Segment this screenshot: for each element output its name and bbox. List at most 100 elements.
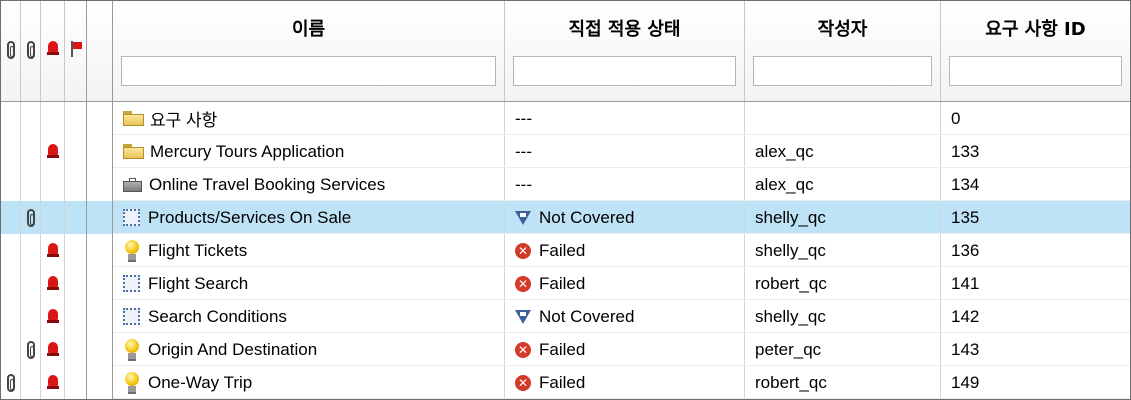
name-cell[interactable]: Online Travel Booking Services xyxy=(113,168,505,201)
attachment-cell[interactable] xyxy=(1,102,21,135)
alert-column-header[interactable] xyxy=(41,1,65,101)
attachment-cell[interactable] xyxy=(1,366,21,399)
table-row[interactable]: Products/Services On Sale Not Covered shel… xyxy=(1,201,1130,234)
author-cell[interactable] xyxy=(745,102,941,135)
alert-icon[interactable] xyxy=(46,309,59,324)
alert-icon[interactable] xyxy=(46,342,59,357)
table-row[interactable]: Search Conditions Not Covered shelly_qc 142 xyxy=(1,300,1130,333)
req-id-cell[interactable]: 136 xyxy=(941,234,1130,267)
status-cell[interactable]: ✕ Failed xyxy=(505,366,745,399)
linked-attachment-cell[interactable] xyxy=(21,201,41,234)
req-id-cell[interactable]: 142 xyxy=(941,300,1130,333)
author-cell[interactable]: robert_qc xyxy=(745,267,941,300)
name-cell[interactable]: Flight Tickets xyxy=(113,234,505,267)
alert-cell[interactable] xyxy=(41,267,65,300)
author-filter-input[interactable] xyxy=(753,56,932,86)
table-row[interactable]: Origin And Destination ✕ Failed peter_qc 143 xyxy=(1,333,1130,366)
status-cell[interactable]: --- xyxy=(505,135,745,168)
attachment-cell[interactable] xyxy=(1,201,21,234)
name-cell[interactable]: Mercury Tours Application xyxy=(113,135,505,168)
name-filter-input[interactable] xyxy=(121,56,496,86)
status-cell[interactable]: Not Covered xyxy=(505,300,745,333)
attachment-cell[interactable] xyxy=(1,300,21,333)
linked-attachment-cell[interactable] xyxy=(21,333,41,366)
req-id-cell[interactable]: 135 xyxy=(941,201,1130,234)
flag-cell[interactable] xyxy=(65,300,87,333)
req-id-filter-input[interactable] xyxy=(949,56,1122,86)
req-id-cell[interactable]: 149 xyxy=(941,366,1130,399)
table-row[interactable]: Flight Search ✕ Failed robert_qc 141 xyxy=(1,267,1130,300)
author-cell[interactable]: alex_qc xyxy=(745,135,941,168)
req-id-cell[interactable]: 0 xyxy=(941,102,1130,135)
table-row[interactable]: Mercury Tours Application --- alex_qc 133 xyxy=(1,135,1130,168)
flag-cell[interactable] xyxy=(65,366,87,399)
author-cell[interactable]: shelly_qc xyxy=(745,234,941,267)
name-column-header[interactable]: 이름 xyxy=(113,1,505,101)
flag-column-header[interactable] xyxy=(65,1,87,101)
linked-attachment-cell[interactable] xyxy=(21,168,41,201)
status-filter-input[interactable] xyxy=(513,56,736,86)
status-column-header[interactable]: 직접 적용 상태 xyxy=(505,1,745,101)
req-id-cell[interactable]: 133 xyxy=(941,135,1130,168)
author-cell[interactable]: robert_qc xyxy=(745,366,941,399)
attachment-cell[interactable] xyxy=(1,333,21,366)
linked-attachment-cell[interactable] xyxy=(21,366,41,399)
flag-cell[interactable] xyxy=(65,267,87,300)
req-id-cell[interactable]: 143 xyxy=(941,333,1130,366)
attachment-cell[interactable] xyxy=(1,135,21,168)
status-cell[interactable]: ✕ Failed xyxy=(505,333,745,366)
attachment-cell[interactable] xyxy=(1,234,21,267)
alert-cell[interactable] xyxy=(41,102,65,135)
name-cell[interactable]: Origin And Destination xyxy=(113,333,505,366)
author-cell[interactable]: shelly_qc xyxy=(745,201,941,234)
name-cell[interactable]: Search Conditions xyxy=(113,300,505,333)
linked-attachment-cell[interactable] xyxy=(21,300,41,333)
name-cell[interactable]: 요구 사항 xyxy=(113,102,505,135)
flag-cell[interactable] xyxy=(65,333,87,366)
flag-cell[interactable] xyxy=(65,102,87,135)
alert-icon[interactable] xyxy=(46,144,59,159)
author-cell[interactable]: peter_qc xyxy=(745,333,941,366)
name-cell[interactable]: One-Way Trip xyxy=(113,366,505,399)
status-cell[interactable]: ✕ Failed xyxy=(505,267,745,300)
table-row[interactable]: Online Travel Booking Services --- alex_qc… xyxy=(1,168,1130,201)
alert-cell[interactable] xyxy=(41,234,65,267)
flag-cell[interactable] xyxy=(65,234,87,267)
attachment-cell[interactable] xyxy=(1,267,21,300)
status-cell[interactable]: --- xyxy=(505,102,745,135)
author-cell[interactable]: shelly_qc xyxy=(745,300,941,333)
attachment-icon[interactable] xyxy=(6,373,15,392)
status-cell[interactable]: Not Covered xyxy=(505,201,745,234)
req-id-cell[interactable]: 134 xyxy=(941,168,1130,201)
alert-icon[interactable] xyxy=(46,276,59,291)
flag-cell[interactable] xyxy=(65,168,87,201)
table-row[interactable]: Flight Tickets ✕ Failed shelly_qc 136 xyxy=(1,234,1130,267)
linked-attachment-cell[interactable] xyxy=(21,135,41,168)
attachment-icon[interactable] xyxy=(26,340,35,359)
status-cell[interactable]: --- xyxy=(505,168,745,201)
name-cell[interactable]: Products/Services On Sale xyxy=(113,201,505,234)
alert-cell[interactable] xyxy=(41,135,65,168)
alert-cell[interactable] xyxy=(41,300,65,333)
status-cell[interactable]: ✕ Failed xyxy=(505,234,745,267)
flag-cell[interactable] xyxy=(65,201,87,234)
table-row[interactable]: 요구 사항 --- 0 xyxy=(1,102,1130,135)
attachment-cell[interactable] xyxy=(1,168,21,201)
author-column-header[interactable]: 작성자 xyxy=(745,1,941,101)
alert-cell[interactable] xyxy=(41,201,65,234)
linked-attachment-cell[interactable] xyxy=(21,234,41,267)
table-row[interactable]: One-Way Trip ✕ Failed robert_qc 149 xyxy=(1,366,1130,399)
linked-attachment-column-header[interactable] xyxy=(21,1,41,101)
linked-attachment-cell[interactable] xyxy=(21,102,41,135)
alert-cell[interactable] xyxy=(41,333,65,366)
linked-attachment-cell[interactable] xyxy=(21,267,41,300)
attachment-icon[interactable] xyxy=(26,208,35,227)
author-cell[interactable]: alex_qc xyxy=(745,168,941,201)
req-id-cell[interactable]: 141 xyxy=(941,267,1130,300)
flag-cell[interactable] xyxy=(65,135,87,168)
alert-icon[interactable] xyxy=(46,375,59,390)
req-id-column-header[interactable]: 요구 사항 ID xyxy=(941,1,1130,101)
name-cell[interactable]: Flight Search xyxy=(113,267,505,300)
alert-icon[interactable] xyxy=(46,243,59,258)
attachment-column-header[interactable] xyxy=(1,1,21,101)
